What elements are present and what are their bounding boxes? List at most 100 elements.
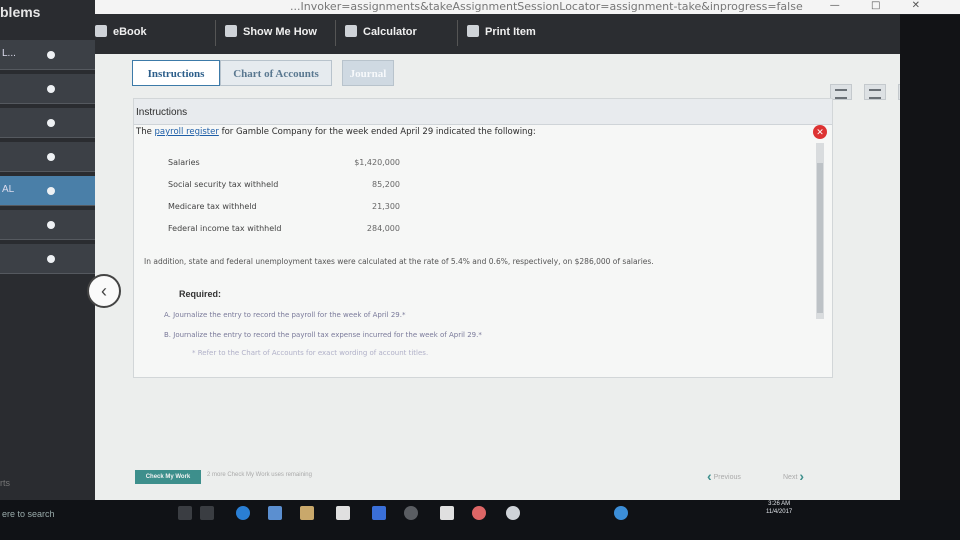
- next-label: Next: [783, 474, 798, 481]
- row-value: 284,000: [366, 223, 400, 233]
- toolbar-divider: [335, 20, 336, 46]
- intro-text: for Gamble Company for the week ended Ap…: [218, 127, 536, 137]
- assignment-content: Instructions Chart of Accounts Journal ‹…: [87, 54, 920, 500]
- check-my-work-button[interactable]: Check My Work: [135, 470, 201, 484]
- instructions-intro: The payroll register for Gamble Company …: [136, 127, 536, 137]
- status-dot-icon: [47, 255, 55, 263]
- layout-top-icon[interactable]: [830, 84, 852, 100]
- collapse-sidebar-button[interactable]: ‹: [87, 274, 121, 308]
- sidebar-item-active[interactable]: AL: [0, 176, 95, 206]
- sidebar-title: blems: [0, 4, 41, 20]
- row-value: 85,200: [372, 179, 400, 189]
- table-row: Medicare tax withheld 21,300: [164, 195, 404, 217]
- print-item-button[interactable]: Print Item: [467, 20, 536, 44]
- chevron-left-icon: ‹: [707, 468, 712, 484]
- minimize-icon[interactable]: —: [830, 0, 840, 11]
- status-dot-icon: [47, 119, 55, 127]
- row-label: Social security tax withheld: [168, 179, 279, 189]
- table-row: Federal income tax withheld 284,000: [164, 217, 404, 239]
- monitor-bezel: [900, 15, 960, 500]
- sidebar-item[interactable]: [0, 142, 95, 172]
- taskbar-clock[interactable]: 3:26 AM 11/4/2017: [766, 500, 792, 516]
- problem-list-sidebar: blems L... AL rts: [0, 0, 95, 500]
- show-me-how-label: Show Me How: [243, 26, 317, 38]
- row-label: Salaries: [168, 157, 200, 167]
- sidebar-item[interactable]: [0, 210, 95, 240]
- next-button[interactable]: Next ›: [783, 468, 804, 484]
- sidebar-item[interactable]: [0, 108, 95, 138]
- chevron-right-icon: ›: [799, 468, 805, 484]
- status-dot-icon: [47, 153, 55, 161]
- status-dot-icon: [47, 187, 55, 195]
- instructions-header: Instructions: [134, 99, 832, 125]
- sidebar-bottom-label: rts: [0, 478, 10, 488]
- tray-app-icon[interactable]: [614, 506, 628, 520]
- layout-split-icon[interactable]: [864, 84, 886, 100]
- required-heading: Required:: [179, 289, 222, 299]
- required-note: * Refer to the Chart of Accounts for exa…: [192, 349, 429, 357]
- table-row: Salaries $1,420,000: [164, 151, 404, 173]
- settings-gear-icon[interactable]: [506, 506, 520, 520]
- status-dot-icon: [47, 85, 55, 93]
- show-me-how-button[interactable]: Show Me How: [225, 20, 317, 44]
- store-icon[interactable]: [300, 506, 314, 520]
- required-item-b: B. Journalize the entry to record the pa…: [164, 331, 482, 339]
- tab-journal[interactable]: Journal: [342, 60, 394, 86]
- table-row: Social security tax withheld 85,200: [164, 173, 404, 195]
- sidebar-item[interactable]: L...: [0, 40, 95, 70]
- status-dot-icon: [47, 51, 55, 59]
- edge-browser-icon[interactable]: [236, 506, 250, 520]
- clock-time: 3:26 AM: [768, 501, 791, 507]
- row-label: Federal income tax withheld: [168, 223, 282, 233]
- scrollbar[interactable]: [816, 143, 824, 319]
- task-view-icon[interactable]: [200, 506, 214, 520]
- window-controls: — □ ✕: [802, 0, 920, 11]
- print-item-label: Print Item: [485, 26, 536, 38]
- close-window-icon[interactable]: ✕: [912, 0, 920, 11]
- sidebar-item-label: AL: [2, 184, 15, 195]
- payroll-register-link[interactable]: payroll register: [155, 127, 219, 137]
- book-icon: [95, 25, 107, 37]
- sidebar-item-label: L...: [2, 48, 16, 59]
- url-text: ...Invoker=assignments&takeAssignmentSes…: [290, 0, 803, 13]
- close-icon[interactable]: ✕: [813, 125, 827, 139]
- mail-icon[interactable]: [268, 506, 282, 520]
- tab-chart-of-accounts[interactable]: Chart of Accounts: [220, 60, 332, 86]
- toolbar-divider: [215, 20, 216, 46]
- required-item-a: A. Journalize the entry to record the pa…: [164, 311, 406, 319]
- os-taskbar: ere to search 3:26 AM 11/4/2017: [0, 500, 960, 540]
- instructions-heading: Instructions: [136, 107, 188, 118]
- browser-address-bar[interactable]: ...Invoker=assignments&takeAssignmentSes…: [0, 0, 960, 14]
- status-dot-icon: [47, 221, 55, 229]
- payroll-table: Salaries $1,420,000 Social security tax w…: [164, 151, 404, 239]
- microphone-icon[interactable]: [178, 506, 192, 520]
- check-uses-note: 2 more Check My Work uses remaining: [207, 472, 312, 478]
- tab-instructions[interactable]: Instructions: [132, 60, 220, 86]
- previous-label: Previous: [713, 474, 741, 481]
- row-value: 21,300: [372, 201, 400, 211]
- instructions-panel: Instructions The payroll register for Ga…: [133, 98, 833, 378]
- dropbox-icon[interactable]: [372, 506, 386, 520]
- taskbar-search-input[interactable]: ere to search: [0, 504, 150, 524]
- previous-button[interactable]: ‹ Previous: [707, 468, 741, 484]
- scrollbar-thumb[interactable]: [817, 163, 823, 313]
- video-icon: [225, 25, 237, 37]
- calculator-icon: [345, 25, 357, 37]
- sidebar-item[interactable]: [0, 74, 95, 104]
- media-icon[interactable]: [472, 506, 486, 520]
- ebook-label: eBook: [113, 26, 147, 38]
- tripadvisor-icon[interactable]: [404, 506, 418, 520]
- clock-date: 11/4/2017: [766, 509, 793, 515]
- amazon-icon[interactable]: [336, 506, 350, 520]
- row-value: $1,420,000: [354, 157, 400, 167]
- intro-text: The: [136, 127, 155, 137]
- calculator-button[interactable]: Calculator: [345, 20, 417, 44]
- sidebar-item[interactable]: [0, 244, 95, 274]
- ebook-button[interactable]: eBook: [95, 20, 147, 44]
- calculator-label: Calculator: [363, 26, 417, 38]
- photos-icon[interactable]: [440, 506, 454, 520]
- assignment-toolbar: eBook Show Me How Calculator Print Item: [95, 14, 900, 54]
- additional-info: In addition, state and federal unemploym…: [144, 257, 654, 266]
- print-icon: [467, 25, 479, 37]
- maximize-icon[interactable]: □: [871, 0, 880, 11]
